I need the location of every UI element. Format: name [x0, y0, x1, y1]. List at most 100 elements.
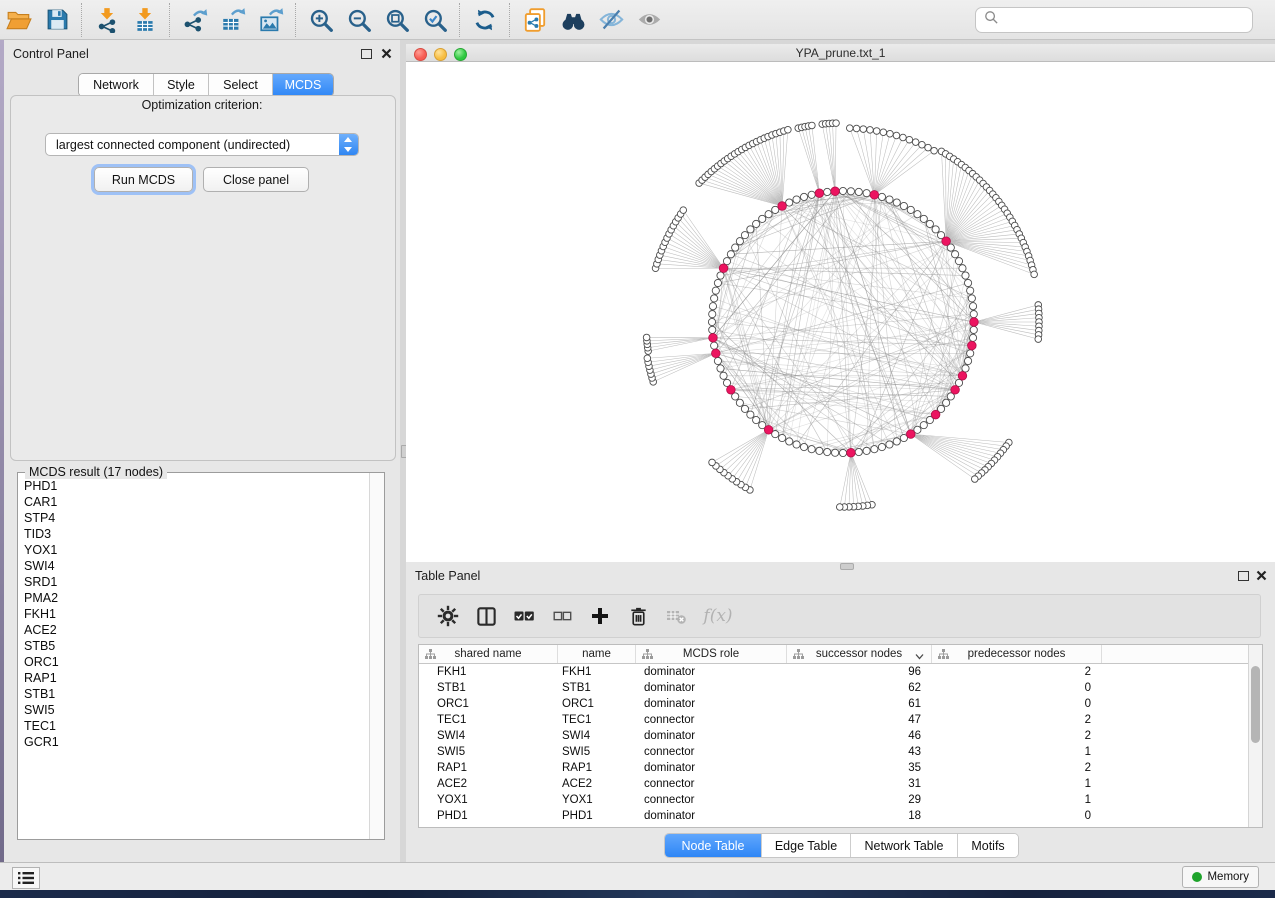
network-canvas[interactable]: [406, 62, 1275, 562]
ring-node[interactable]: [962, 272, 969, 279]
deselect-all-rows-icon[interactable]: [543, 598, 581, 634]
ring-node[interactable]: [855, 188, 862, 195]
import-table-icon[interactable]: [126, 2, 164, 38]
ring-node[interactable]: [732, 244, 739, 251]
ring-node[interactable]: [708, 318, 715, 325]
mcds-node[interactable]: [951, 385, 960, 394]
mcds-result-item[interactable]: RAP1: [24, 670, 59, 686]
ring-node[interactable]: [920, 215, 927, 222]
mcds-result-item[interactable]: YOX1: [24, 542, 59, 558]
export-network-icon[interactable]: [176, 2, 214, 38]
leaf-node[interactable]: [919, 141, 926, 148]
leaf-node[interactable]: [931, 147, 938, 154]
mcds-node[interactable]: [712, 349, 721, 358]
search-input[interactable]: [975, 7, 1253, 33]
ring-node[interactable]: [793, 441, 800, 448]
mcds-result-item[interactable]: STP4: [24, 510, 59, 526]
close-panel-icon[interactable]: [381, 48, 392, 59]
ring-node[interactable]: [855, 448, 862, 455]
tab-motifs[interactable]: Motifs: [958, 834, 1018, 857]
column-header-shared-name[interactable]: shared name: [419, 645, 558, 663]
mcds-result-item[interactable]: SWI4: [24, 558, 59, 574]
table-row[interactable]: STB1STB1dominator620: [419, 680, 1248, 696]
table-row[interactable]: SWI5SWI5connector431: [419, 744, 1248, 760]
mcds-node[interactable]: [870, 191, 879, 200]
ring-node[interactable]: [793, 196, 800, 203]
optimization-criterion-select[interactable]: largest connected component (undirected): [45, 133, 359, 156]
save-session-icon[interactable]: [38, 2, 76, 38]
mcds-result-item[interactable]: PHD1: [24, 478, 59, 494]
leaf-node[interactable]: [680, 207, 687, 214]
mcds-result-item[interactable]: TEC1: [24, 718, 59, 734]
mcds-result-item[interactable]: FKH1: [24, 606, 59, 622]
leaf-node[interactable]: [906, 136, 913, 143]
mcds-result-item[interactable]: CAR1: [24, 494, 59, 510]
mcds-node[interactable]: [906, 430, 915, 439]
mcds-result-item[interactable]: ACE2: [24, 622, 59, 638]
ring-node[interactable]: [952, 251, 959, 258]
mcds-node[interactable]: [931, 410, 940, 419]
leaf-node[interactable]: [809, 122, 816, 129]
ring-node[interactable]: [839, 449, 846, 456]
ring-node[interactable]: [969, 334, 976, 341]
ring-node[interactable]: [714, 357, 721, 364]
table-row[interactable]: FKH1FKH1dominator962: [419, 664, 1248, 680]
leaf-node[interactable]: [925, 144, 932, 151]
ring-node[interactable]: [968, 295, 975, 302]
ring-node[interactable]: [914, 211, 921, 218]
ring-node[interactable]: [824, 448, 831, 455]
ring-node[interactable]: [717, 365, 724, 372]
column-header-name[interactable]: name: [558, 645, 636, 663]
leaf-node[interactable]: [836, 504, 843, 511]
mcds-node[interactable]: [968, 341, 977, 350]
ring-node[interactable]: [886, 441, 893, 448]
leaf-node[interactable]: [860, 126, 867, 133]
mcds-node[interactable]: [958, 371, 967, 380]
mcds-result-item[interactable]: SWI5: [24, 702, 59, 718]
leaf-node[interactable]: [867, 127, 874, 134]
leaf-node[interactable]: [846, 125, 853, 132]
mcds-node[interactable]: [764, 426, 773, 435]
ring-node[interactable]: [786, 438, 793, 445]
zoom-out-icon[interactable]: [340, 2, 378, 38]
leaf-node[interactable]: [893, 132, 900, 139]
table-row[interactable]: ACE2ACE2connector311: [419, 776, 1248, 792]
ring-node[interactable]: [741, 232, 748, 239]
tab-node-table[interactable]: Node Table: [665, 834, 762, 857]
clone-network-icon[interactable]: [516, 2, 554, 38]
mcds-node[interactable]: [815, 189, 824, 198]
ring-node[interactable]: [714, 279, 721, 286]
tab-network[interactable]: Network: [79, 74, 154, 96]
ring-node[interactable]: [969, 303, 976, 310]
network-window-titlebar[interactable]: YPA_prune.txt_1: [406, 44, 1275, 62]
mcds-result-item[interactable]: PMA2: [24, 590, 59, 606]
leaf-node[interactable]: [971, 476, 978, 483]
ring-node[interactable]: [711, 295, 718, 302]
column-header-predecessor-nodes[interactable]: predecessor nodes: [932, 645, 1102, 663]
table-row[interactable]: TEC1TEC1connector472: [419, 712, 1248, 728]
mcds-result-item[interactable]: GCR1: [24, 734, 59, 750]
leaf-node[interactable]: [833, 120, 840, 127]
export-table-icon[interactable]: [214, 2, 252, 38]
ring-node[interactable]: [753, 220, 760, 227]
leaf-node[interactable]: [880, 129, 887, 136]
column-header-successor-nodes[interactable]: successor nodes: [787, 645, 932, 663]
ring-node[interactable]: [863, 190, 870, 197]
memory-button[interactable]: Memory: [1182, 866, 1259, 888]
ring-node[interactable]: [759, 215, 766, 222]
mcds-node[interactable]: [709, 333, 718, 342]
first-neighbors-icon[interactable]: [554, 2, 592, 38]
mcds-node[interactable]: [970, 318, 979, 327]
mcds-result-item[interactable]: STB1: [24, 686, 59, 702]
ring-node[interactable]: [847, 188, 854, 195]
leaf-node[interactable]: [873, 128, 880, 135]
mcds-node[interactable]: [847, 448, 856, 457]
close-panel-button[interactable]: Close panel: [203, 167, 309, 192]
close-table-panel-icon[interactable]: [1256, 570, 1267, 581]
ring-node[interactable]: [736, 399, 743, 406]
ring-node[interactable]: [962, 365, 969, 372]
ring-node[interactable]: [920, 422, 927, 429]
select-all-rows-icon[interactable]: [505, 598, 543, 634]
ring-node[interactable]: [926, 220, 933, 227]
ring-node[interactable]: [808, 446, 815, 453]
